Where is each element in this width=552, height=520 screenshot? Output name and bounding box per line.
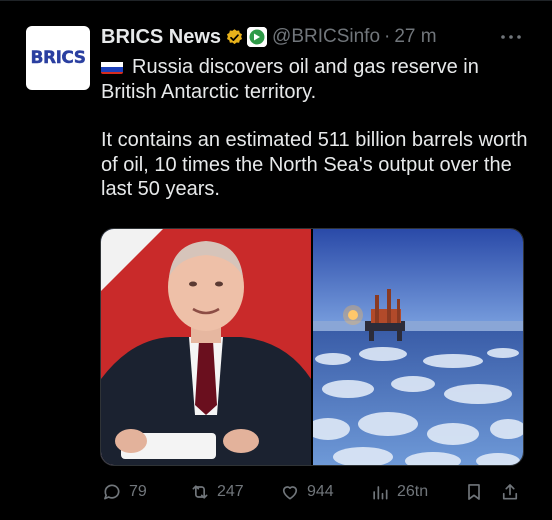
repost-button[interactable]: 247: [190, 478, 244, 506]
bookmark-icon: [468, 484, 480, 500]
share-icon: [502, 484, 518, 500]
tweet-header: BRICS News @BRICSinfo · 27 m: [101, 24, 437, 50]
avatar-logo-text: BRICS: [30, 48, 86, 68]
more-icon[interactable]: [499, 32, 523, 42]
reply-icon: [104, 484, 120, 500]
separator-dot: ·: [384, 26, 391, 47]
views-icon: [373, 486, 388, 500]
timestamp[interactable]: 27 m: [394, 26, 436, 48]
tweet-paragraph-2: It contains an estimated 511 billion bar…: [101, 129, 528, 200]
reply-count: 79: [129, 483, 147, 500]
verified-badge-icon: [227, 28, 243, 44]
action-bar: 79 247 944 26tn: [100, 478, 528, 506]
bookmark-button[interactable]: [464, 478, 484, 506]
affiliate-badge-icon: [247, 27, 268, 47]
views-button[interactable]: 26tn: [370, 478, 428, 506]
views-count: 26tn: [397, 483, 429, 500]
repost-icon: [192, 485, 208, 499]
media-grid[interactable]: [100, 228, 524, 466]
author-name[interactable]: BRICS News: [101, 26, 221, 49]
tweet-text: Russia discovers oil and gas reserve in …: [101, 55, 531, 202]
like-button[interactable]: 944: [280, 478, 334, 506]
tweet-card[interactable]: BRICS BRICS News @BRICSinfo · 27 m Russi…: [0, 0, 552, 520]
russia-flag-icon: [101, 59, 123, 74]
author-handle[interactable]: @BRICSinfo: [272, 26, 380, 48]
repost-count: 247: [217, 483, 244, 500]
avatar[interactable]: BRICS: [26, 26, 90, 90]
media-photo-right[interactable]: [306, 229, 523, 465]
reply-button[interactable]: 79: [102, 478, 147, 506]
like-icon: [282, 486, 298, 500]
media-photo-left[interactable]: [101, 229, 311, 465]
tweet-paragraph-1: Russia discovers oil and gas reserve in …: [101, 55, 531, 104]
like-count: 944: [307, 483, 334, 500]
share-button[interactable]: [500, 478, 520, 506]
tweet-paragraph-1-text: Russia discovers oil and gas reserve in …: [101, 56, 479, 103]
